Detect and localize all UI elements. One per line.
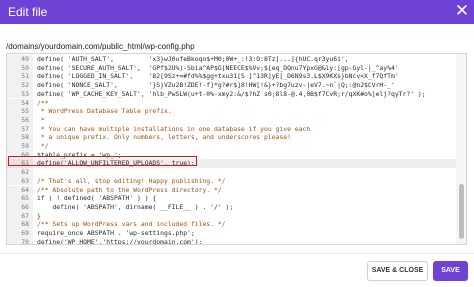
line-number: 63 <box>7 176 33 186</box>
line-code: define( 'ABSPATH', dirname( __FILE__ ) .… <box>37 202 234 211</box>
line-number: 51 <box>7 72 33 82</box>
code-line[interactable]: 64 /** Absolute path to the WordPress dir… <box>7 185 456 195</box>
code-line[interactable]: 69 require_once ABSPATH . 'wp-settings.ph… <box>7 229 456 238</box>
line-number: 62 <box>7 168 33 177</box>
line-code: define('WP_HOME','https://yourdomain.com… <box>37 237 203 245</box>
code-line[interactable]: 59 */ <box>7 142 456 151</box>
highlighted-line-box <box>8 156 197 166</box>
file-path: /domains/yourdomain.com/public_html/wp-c… <box>6 42 195 51</box>
code-line[interactable]: 51 define( 'LOGGED_IN_SALT', '82[9Sz+=#fd… <box>7 72 456 82</box>
code-line[interactable]: 50 define( 'SECURE_AUTH_SALT', 'GPf$2U%)-… <box>7 63 456 73</box>
save-and-close-button[interactable]: SAVE & CLOSE <box>367 261 428 281</box>
line-number: 49 <box>7 55 33 64</box>
code-line[interactable]: 55 * WordPress Database Table prefix. <box>7 107 456 116</box>
code-line[interactable]: 57 * You can have multiple installations… <box>7 124 456 134</box>
code-line[interactable]: 56 * <box>7 115 456 125</box>
line-number: 54 <box>7 98 33 108</box>
line-number: 57 <box>7 124 33 134</box>
line-code: define( 'NONCE_SALT', '}S}VZu2B!ZDE!-f]*… <box>37 81 395 90</box>
editor-scrollbar-thumb[interactable] <box>459 184 464 239</box>
code-line[interactable]: 54 /** <box>7 98 456 108</box>
line-code: if ( ! defined( 'ABSPATH' ) ) { <box>37 194 157 203</box>
line-code: define( 'SECURE_AUTH_SALT', 'GPf$2U%)-Sb… <box>37 63 399 72</box>
line-code: * You can have multiple installations in… <box>37 124 311 133</box>
line-number: 65 <box>7 194 33 203</box>
line-code: */ <box>37 142 49 150</box>
line-code: define( 'LOGGED_IN_SALT', '82[9Sz+=#fd%%… <box>37 72 399 81</box>
code-line[interactable]: 58 * a unique prefix. Only numbers, lett… <box>7 133 456 142</box>
line-number: 67 <box>7 211 33 221</box>
line-number: 68 <box>7 220 33 229</box>
line-code: } <box>37 211 41 220</box>
code-line[interactable]: 68 /** Sets up WordPress vars and include… <box>7 220 456 229</box>
close-icon[interactable]: ✕ <box>453 2 471 20</box>
code-line[interactable]: 52 define( 'NONCE_SALT', '}S}VZu2B!ZDE!-f… <box>7 81 456 90</box>
line-code: * <box>37 115 45 124</box>
code-line[interactable]: 49 define( 'AUTH_SALT', 'x3}wJ0ufeBkoqo$+… <box>7 55 456 64</box>
line-code: * a unique prefix. Only numbers, letters… <box>37 133 291 142</box>
save-button[interactable]: SAVE <box>433 261 468 281</box>
footer-divider <box>0 253 474 254</box>
line-code: define( 'WP_CACHE_KEY_SALT', 'hlb_PwSLW(… <box>37 89 426 98</box>
dialog-header: Edit file ✕ <box>0 0 474 24</box>
line-code: require_once ABSPATH . 'wp-settings.php'… <box>37 229 195 237</box>
code-line[interactable]: 65 if ( ! defined( 'ABSPATH' ) ) { <box>7 194 456 203</box>
line-number: 52 <box>7 81 33 90</box>
line-code: /** Sets up WordPress vars and included … <box>37 220 226 229</box>
code-line[interactable]: 67} <box>7 211 456 221</box>
line-number: 66 <box>7 202 33 212</box>
line-code: /* That's all, stop editing! Happy publi… <box>37 176 226 185</box>
line-code: define( 'AUTH_SALT', 'x3}wJ0ufeBkoqo$+M0… <box>37 55 349 63</box>
line-number: 56 <box>7 115 33 125</box>
line-number: 70 <box>7 237 33 244</box>
line-code: /** <box>37 98 49 107</box>
line-number: 55 <box>7 107 33 116</box>
line-number: 69 <box>7 229 33 238</box>
code-line[interactable]: 62 <box>7 168 456 177</box>
line-code: * WordPress Database Table prefix. <box>37 107 172 116</box>
line-number: 58 <box>7 133 33 142</box>
code-line[interactable]: 53 define( 'WP_CACHE_KEY_SALT', 'hlb_PwSL… <box>7 89 456 99</box>
line-number: 50 <box>7 63 33 73</box>
code-editor[interactable]: 49 define( 'AUTH_SALT', 'x3}wJ0ufeBkoqo$+… <box>6 53 467 245</box>
code-line[interactable]: 70 define('WP_HOME','https://yourdomain.c… <box>7 237 456 245</box>
line-code: /** Absolute path to the WordPress direc… <box>37 185 222 194</box>
dialog-title: Edit file <box>8 5 48 19</box>
code-line[interactable]: 63 /* That's all, stop editing! Happy pub… <box>7 176 456 186</box>
line-number: 59 <box>7 142 33 151</box>
code-line[interactable]: 66 define( 'ABSPATH', dirname( __FILE__ … <box>7 202 456 212</box>
line-number: 53 <box>7 89 33 99</box>
line-number: 64 <box>7 185 33 195</box>
